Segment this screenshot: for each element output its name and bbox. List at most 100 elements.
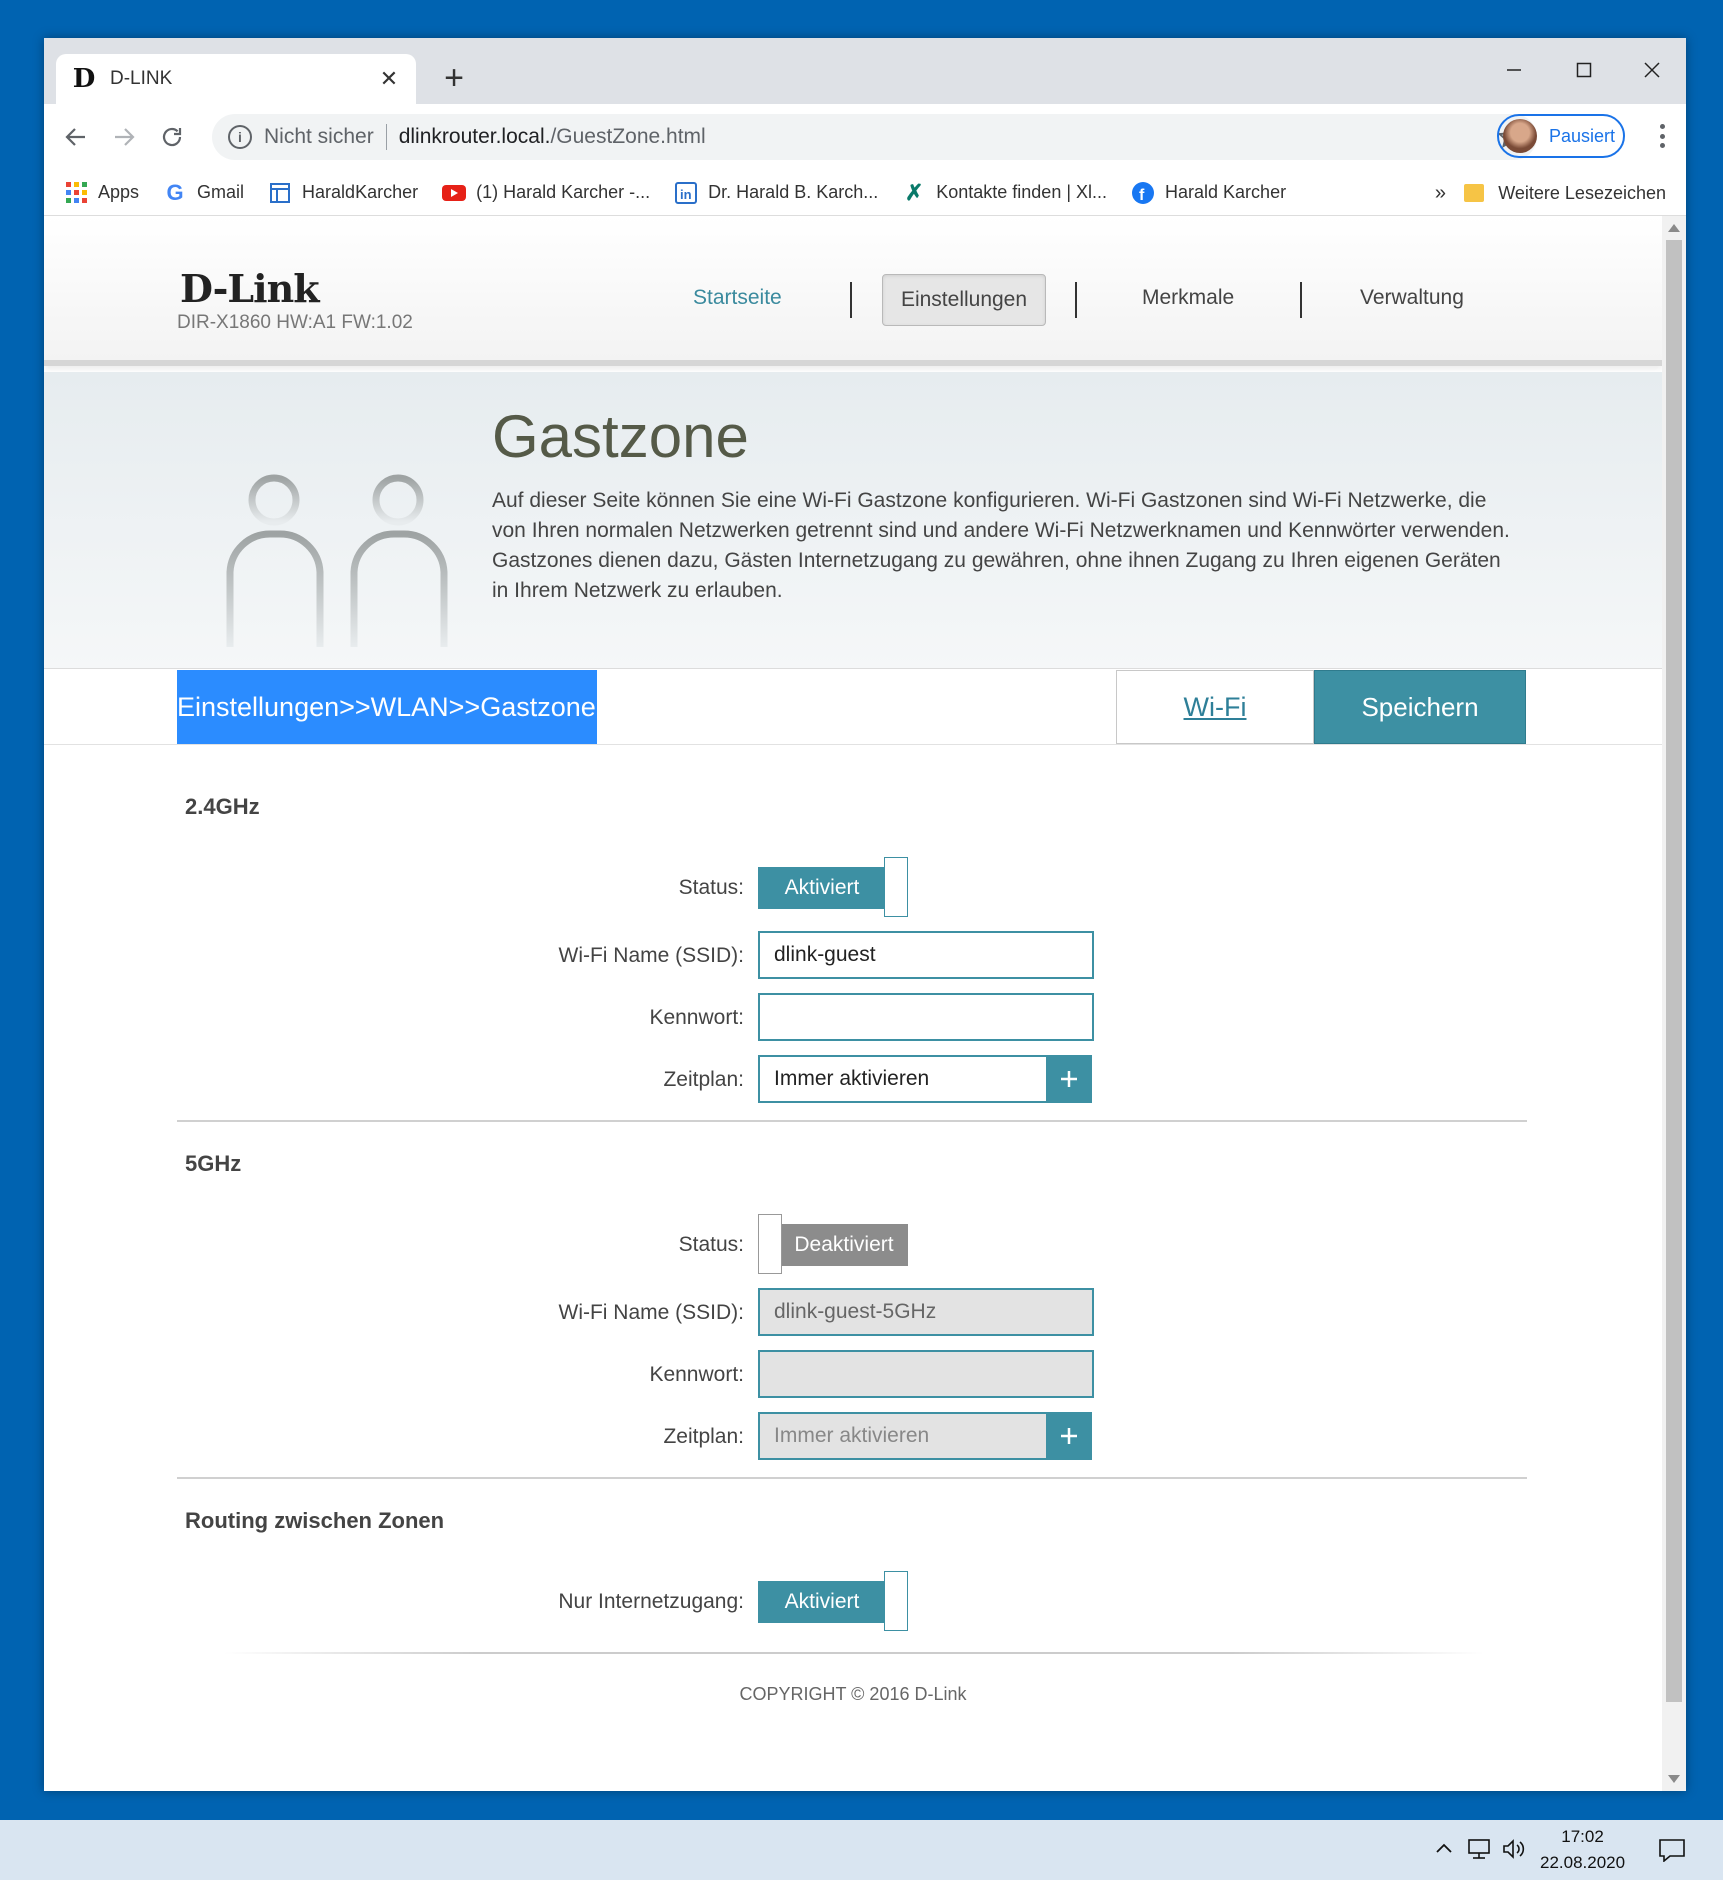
bookmark-linkedin[interactable]: in Dr. Harald B. Karch... — [674, 181, 878, 205]
page-scrollbar[interactable] — [1662, 216, 1686, 1791]
schedule-select-24ghz[interactable]: Immer aktivieren — [758, 1055, 1092, 1103]
info-icon[interactable]: i — [228, 125, 252, 149]
apps-grid-icon — [64, 181, 88, 205]
close-window-button[interactable] — [1622, 46, 1682, 94]
profile-label: Pausiert — [1549, 125, 1616, 146]
ssid-label: Wi-Fi Name (SSID): — [558, 1301, 745, 1324]
guest-people-icon — [226, 474, 448, 647]
hero-banner: Gastzone Auf dieser Seite können Sie ein… — [44, 372, 1662, 669]
browser-tab[interactable]: D D-LINK ✕ — [56, 54, 416, 104]
url-path: /GuestZone.html — [550, 125, 706, 148]
arrow-right-icon — [115, 128, 135, 146]
nav-verwaltung[interactable]: Verwaltung — [1360, 286, 1464, 310]
bookmark-apps[interactable]: Apps — [64, 181, 139, 205]
svg-text:in: in — [680, 187, 692, 202]
toggle-knob — [884, 857, 908, 917]
ssid-label: Wi-Fi Name (SSID): — [558, 944, 745, 967]
back-button[interactable] — [56, 117, 96, 157]
nav-merkmale[interactable]: Merkmale — [1142, 286, 1234, 310]
browser-menu-icon[interactable] — [1652, 118, 1672, 154]
maximize-button[interactable] — [1554, 46, 1614, 94]
status-toggle-5ghz[interactable]: Deaktiviert — [758, 1214, 910, 1274]
nav-startseite[interactable]: Startseite — [693, 286, 782, 310]
bookmarks-overflow-button[interactable]: » — [1435, 182, 1446, 205]
clock-date: 22.08.2020 — [1540, 1853, 1626, 1872]
url-text: dlinkrouter.local./GuestZone.html — [399, 125, 706, 149]
schedule-select-5ghz[interactable]: Immer aktivieren — [758, 1412, 1092, 1460]
toggle-knob — [758, 1214, 782, 1274]
add-schedule-button[interactable] — [1046, 1055, 1092, 1103]
clock-time: 17:02 — [1561, 1827, 1604, 1846]
toggle-knob — [884, 1571, 908, 1631]
scroll-down-icon[interactable] — [1668, 1775, 1680, 1783]
bookmark-youtube[interactable]: (1) Harald Karcher -... — [442, 181, 650, 205]
wifi-button[interactable]: Wi-Fi — [1116, 670, 1314, 744]
bookmark-label: (1) Harald Karcher -... — [476, 182, 651, 202]
nav-divider — [850, 282, 852, 318]
network-icon[interactable] — [1466, 1838, 1492, 1860]
bookmark-xing[interactable]: ✗ Kontakte finden | Xl... — [902, 180, 1107, 205]
schedule-value: Immer aktivieren — [774, 1424, 930, 1447]
dlink-logo[interactable]: D-Link — [180, 266, 320, 311]
minimize-button[interactable] — [1484, 46, 1544, 94]
plus-icon — [1061, 1071, 1077, 1087]
svg-text:f: f — [1139, 187, 1145, 204]
scroll-up-icon[interactable] — [1668, 224, 1680, 232]
maximize-icon — [1576, 62, 1592, 78]
ssid-input-5ghz[interactable]: dlink-guest-5GHz — [758, 1288, 1094, 1336]
reload-icon — [162, 127, 182, 147]
bookmark-facebook[interactable]: f Harald Karcher — [1131, 181, 1286, 205]
status-label: Status: — [678, 1233, 744, 1256]
bookmark-label: Apps — [98, 182, 140, 202]
add-schedule-button[interactable] — [1046, 1412, 1092, 1460]
internet-only-toggle[interactable]: Aktiviert — [758, 1571, 910, 1631]
chevron-up-icon[interactable] — [1434, 1838, 1454, 1858]
google-icon: G — [166, 179, 184, 205]
ssid-input-24ghz[interactable]: dlink-guest — [758, 931, 1094, 979]
taskbar: 17:02 22.08.2020 — [0, 1820, 1723, 1880]
page-title: Gastzone — [492, 403, 749, 470]
page-icon — [268, 181, 292, 205]
title-bar: D D-LINK ✕ + — [44, 38, 1686, 104]
linkedin-icon: in — [674, 181, 698, 205]
router-header: D-Link DIR-X1860 HW:A1 FW:1.02 Startseit… — [44, 216, 1662, 366]
profile-button[interactable]: Pausiert — [1497, 114, 1625, 158]
bookmark-haraldkarcher[interactable]: HaraldKarcher — [268, 181, 418, 205]
section-title-routing: Routing zwischen Zonen — [185, 1508, 445, 1533]
password-input-24ghz[interactable] — [758, 993, 1094, 1041]
dlink-favicon-icon: D — [72, 64, 96, 94]
nav-divider — [1075, 282, 1077, 318]
reload-button[interactable] — [152, 117, 192, 157]
password-label: Kennwort: — [649, 1006, 744, 1029]
save-button[interactable]: Speichern — [1314, 670, 1526, 744]
close-tab-icon[interactable]: ✕ — [376, 66, 402, 92]
bookmark-gmail[interactable]: G Gmail — [163, 179, 244, 205]
copyright: COPYRIGHT © 2016 D-Link — [739, 1684, 967, 1704]
system-clock[interactable]: 17:02 22.08.2020 — [1540, 1824, 1625, 1876]
address-bar[interactable]: i Nicht sicher dlinkrouter.local./GuestZ… — [212, 114, 1537, 160]
arrow-left-icon — [65, 128, 85, 146]
bookmark-label: Dr. Harald B. Karch... — [708, 182, 879, 202]
other-bookmarks[interactable]: Weitere Lesezeichen — [1464, 170, 1666, 216]
notifications-icon[interactable] — [1658, 1838, 1686, 1862]
new-tab-button[interactable]: + — [434, 58, 474, 98]
bookmark-label: Harald Karcher — [1165, 182, 1287, 202]
section-divider — [177, 1477, 1527, 1479]
youtube-icon — [442, 181, 467, 205]
scroll-thumb[interactable] — [1666, 240, 1682, 1702]
password-input-5ghz[interactable] — [758, 1350, 1094, 1398]
bookmarks-bar: Apps G Gmail HaraldKarcher (1) Harald Ka… — [44, 170, 1686, 216]
volume-icon[interactable] — [1502, 1838, 1528, 1860]
forward-button[interactable] — [104, 117, 144, 157]
security-label: Nicht sicher — [264, 125, 374, 148]
nav-einstellungen[interactable]: Einstellungen — [882, 274, 1046, 326]
breadcrumb: Einstellungen>>WLAN>>Gastzone — [177, 670, 597, 744]
url-host: dlinkrouter.local. — [398, 125, 551, 148]
bookmark-label: HaraldKarcher — [302, 182, 419, 202]
minimize-icon — [1507, 69, 1521, 71]
status-toggle-24ghz[interactable]: Aktiviert — [758, 857, 910, 917]
password-label: Kennwort: — [649, 1363, 744, 1386]
close-icon — [1644, 62, 1660, 78]
model-info: DIR-X1860 HW:A1 FW:1.02 — [177, 312, 413, 333]
schedule-label: Zeitplan: — [663, 1425, 744, 1448]
